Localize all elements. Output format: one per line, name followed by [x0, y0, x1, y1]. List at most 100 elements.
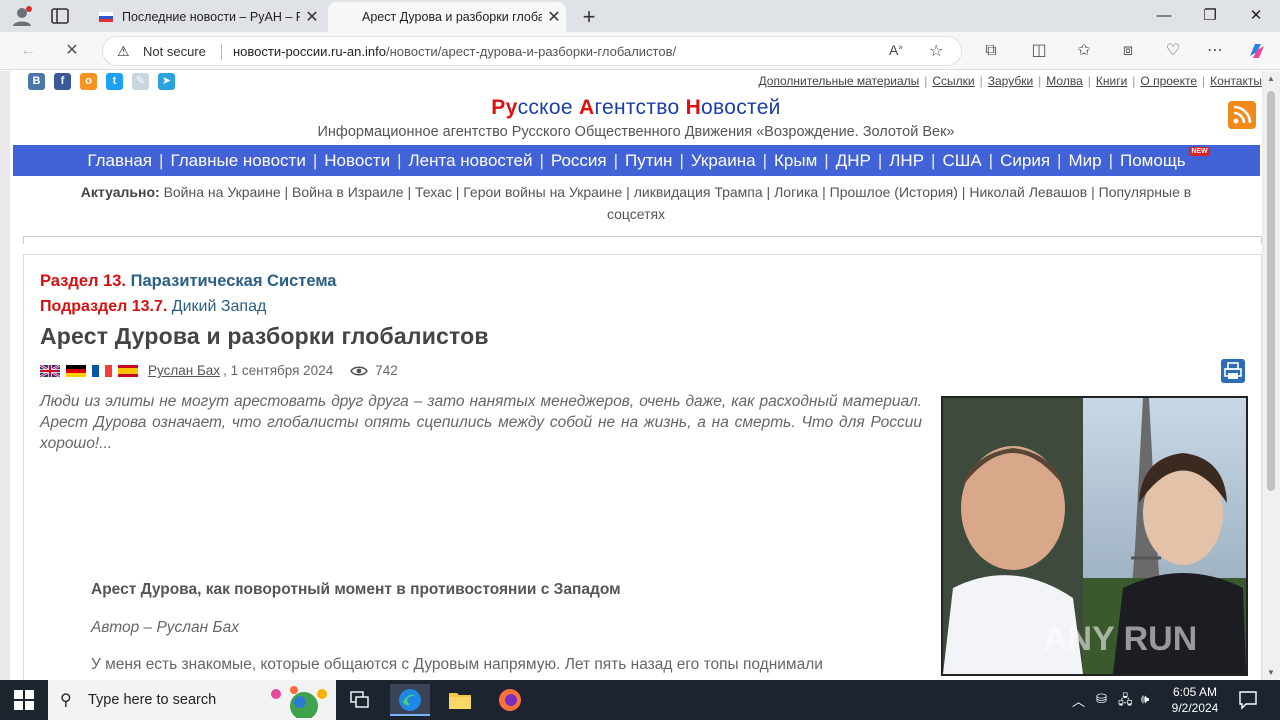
- tab-actions-icon[interactable]: [48, 6, 72, 26]
- nav-item-news[interactable]: Новости: [320, 151, 394, 171]
- topic-link[interactable]: Война в Израиле: [292, 184, 404, 200]
- nav-item-ukraine[interactable]: Украина: [687, 151, 760, 171]
- volume-icon[interactable]: 🕪: [1141, 691, 1149, 707]
- page-scrollbar[interactable]: ▲ ▼: [1263, 71, 1280, 680]
- tab-article[interactable]: Арест Дурова и разборки глоба ✕: [328, 2, 566, 32]
- topic-link[interactable]: Техас: [415, 184, 452, 200]
- back-button[interactable]: ←: [14, 37, 42, 65]
- search-highlight-icon: [271, 686, 327, 718]
- article-meta: Руслан Бах, 1 сентября 2024 742: [40, 363, 398, 378]
- show-hidden-icons-icon[interactable]: ︿: [1072, 691, 1085, 710]
- url-text[interactable]: новости-россии.ru-an.info/новости/арест-…: [233, 44, 676, 59]
- eye-icon: [350, 366, 369, 375]
- warning-icon[interactable]: ⚠: [117, 43, 130, 60]
- link-rumor[interactable]: Молва: [1046, 74, 1082, 88]
- nav-item-help[interactable]: Помощь NEW: [1116, 146, 1210, 171]
- link-about[interactable]: О проекте: [1140, 74, 1197, 88]
- network-icon[interactable]: 🖧: [1118, 691, 1133, 713]
- section-link[interactable]: Паразитическая Система: [131, 272, 337, 290]
- minimize-button[interactable]: —: [1141, 0, 1187, 32]
- rss-icon[interactable]: [1228, 101, 1256, 129]
- nav-item-putin[interactable]: Путин: [621, 151, 676, 171]
- file-explorer-icon[interactable]: [440, 684, 480, 716]
- nav-item-usa[interactable]: США: [938, 151, 985, 171]
- article-image[interactable]: ANY RUN: [941, 396, 1248, 676]
- notifications-icon[interactable]: [1238, 690, 1258, 710]
- restore-button[interactable]: ❐: [1187, 0, 1233, 32]
- vk-icon[interactable]: В: [28, 73, 45, 90]
- nav-item-syria[interactable]: Сирия: [996, 151, 1054, 171]
- scrollbar-thumb[interactable]: [1267, 91, 1275, 491]
- scroll-down-icon[interactable]: ▼: [1267, 668, 1275, 677]
- topic-link[interactable]: ликвидация Трампа: [634, 184, 763, 200]
- new-tab-button[interactable]: +: [577, 4, 601, 30]
- extensions-icon[interactable]: ⧉: [977, 37, 1005, 65]
- browser-essentials-icon[interactable]: ♡: [1159, 37, 1187, 65]
- more-menu-icon[interactable]: ⋯: [1201, 37, 1229, 65]
- search-placeholder: Type here to search: [88, 692, 217, 708]
- livejournal-icon[interactable]: ✎: [132, 73, 149, 90]
- security-label[interactable]: Not secure: [143, 44, 206, 59]
- twitter-icon[interactable]: t: [106, 73, 123, 90]
- nav-item-home[interactable]: Главная: [83, 151, 156, 171]
- system-clock[interactable]: 6:05 AM 9/2/2024: [1160, 684, 1230, 716]
- profile-icon[interactable]: [10, 5, 34, 27]
- tab-news[interactable]: Последние новости – РуАН – Ру ✕: [88, 2, 324, 32]
- nav-item-russia[interactable]: Россия: [547, 151, 611, 171]
- odnoklassniki-icon[interactable]: o: [80, 73, 97, 90]
- address-bar[interactable]: ⚠ Not secure новости-россии.ru-an.info/н…: [102, 36, 962, 66]
- link-notches[interactable]: Зарубки: [988, 74, 1033, 88]
- clock-time: 6:05 AM: [1172, 685, 1218, 699]
- edge-taskbar-icon[interactable]: [390, 684, 430, 716]
- read-aloud-icon[interactable]: A»: [889, 42, 903, 58]
- print-icon[interactable]: [1221, 359, 1245, 383]
- close-tab-icon[interactable]: ✕: [542, 7, 566, 27]
- divider: [221, 44, 222, 60]
- favorites-icon[interactable]: ✩: [1070, 37, 1098, 65]
- topic-link[interactable]: Логика: [774, 184, 818, 200]
- topic-link[interactable]: Николай Левашов: [969, 184, 1087, 200]
- flag-germany-icon[interactable]: [66, 364, 86, 377]
- scroll-up-icon[interactable]: ▲: [1267, 74, 1275, 83]
- network-drive-icon[interactable]: ⛁: [1096, 691, 1107, 707]
- nav-item-lnr[interactable]: ЛНР: [885, 151, 928, 171]
- site-favicon-icon: [99, 12, 113, 22]
- tab-title: Арест Дурова и разборки глоба: [362, 10, 542, 24]
- nav-item-top-news[interactable]: Главные новости: [166, 151, 309, 171]
- taskbar-search-box[interactable]: ⚲ Type here to search: [48, 680, 336, 720]
- close-tab-icon[interactable]: ✕: [300, 7, 324, 27]
- nav-item-world[interactable]: Мир: [1064, 151, 1105, 171]
- topic-link[interactable]: Война на Украине: [164, 184, 281, 200]
- flag-spain-icon[interactable]: [118, 364, 138, 377]
- topic-link[interactable]: Герои войны на Украине: [463, 184, 622, 200]
- link-extra-materials[interactable]: Дополнительные материалы: [759, 74, 920, 88]
- firefox-icon[interactable]: [490, 684, 530, 716]
- site-logo-title[interactable]: Русское Агентство Новостей: [10, 96, 1262, 120]
- nav-item-crimea[interactable]: Крым: [770, 151, 821, 171]
- task-view-icon[interactable]: [340, 684, 380, 716]
- split-screen-icon[interactable]: ◫: [1025, 37, 1053, 65]
- author-link[interactable]: Руслан Бах: [148, 363, 220, 378]
- windows-start-icon[interactable]: [14, 690, 34, 710]
- link-books[interactable]: Книги: [1096, 74, 1127, 88]
- main-navigation: Главная | Главные новости | Новости | Лента…: [13, 145, 1260, 176]
- trending-label: Актуально:: [80, 184, 160, 200]
- link-links[interactable]: Ссылки: [932, 74, 974, 88]
- close-window-button[interactable]: ✕: [1233, 0, 1279, 32]
- watermark-text: ANY RUN: [1043, 620, 1197, 658]
- facebook-icon[interactable]: f: [54, 73, 71, 90]
- nav-item-feed[interactable]: Лента новостей: [404, 151, 536, 171]
- flag-france-icon[interactable]: [92, 364, 112, 377]
- stop-loading-button[interactable]: ✕: [58, 37, 86, 65]
- copilot-icon[interactable]: [1243, 37, 1271, 65]
- collections-icon[interactable]: ⧈: [1114, 37, 1142, 65]
- topic-link[interactable]: Прошлое (История): [830, 184, 958, 200]
- subsection-link[interactable]: Дикий Запад: [172, 298, 267, 315]
- link-contacts[interactable]: Контакты: [1210, 74, 1262, 88]
- telegram-icon[interactable]: ➤: [158, 73, 175, 90]
- trending-topics: Актуально: Война на Украине | Война в Из…: [80, 184, 1192, 222]
- nav-item-dnr[interactable]: ДНР: [832, 151, 875, 171]
- flag-uk-icon[interactable]: [40, 364, 60, 377]
- divider: [23, 236, 1262, 244]
- favorite-star-icon[interactable]: ☆: [929, 41, 943, 61]
